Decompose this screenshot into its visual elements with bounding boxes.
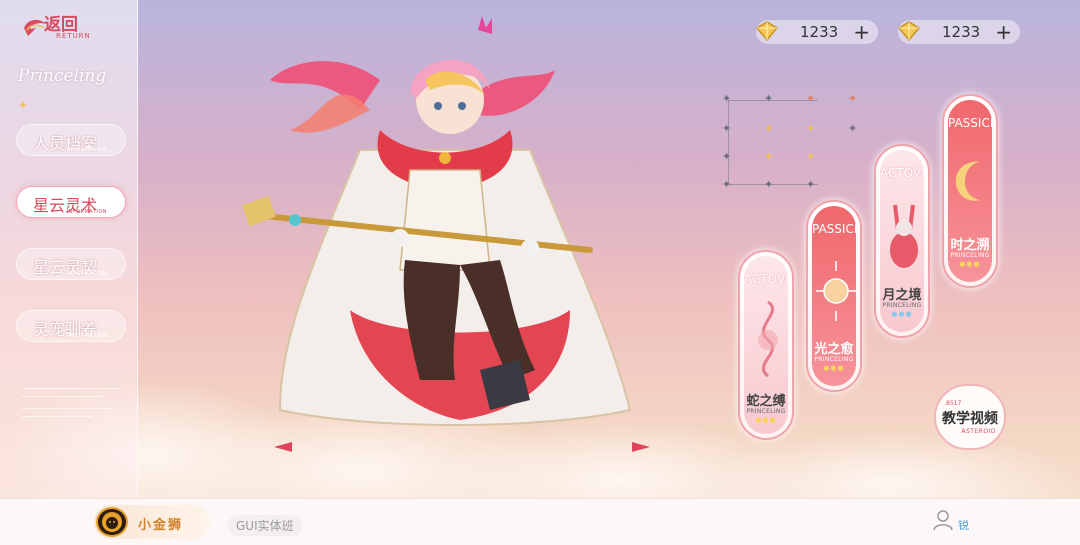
add-currency-button[interactable]: + <box>995 20 1012 44</box>
sidebar-item-sub: INFORMATION <box>66 271 107 277</box>
star-icon: ✦ <box>722 92 732 105</box>
star-icon: ✦ <box>764 92 774 105</box>
card-type: PASSICE <box>948 116 992 130</box>
sidebar-item-nebula-spell[interactable]: 星云灵术 INFORMATION <box>16 186 126 218</box>
card-type: ACTOVE <box>880 166 924 180</box>
sidebar-item-sub: INFORMATION <box>66 147 107 153</box>
card-dots: ●●● <box>891 310 913 318</box>
star-icon: ✦ <box>764 178 774 191</box>
star-icon: ✦ <box>848 122 858 135</box>
card-name: 时之溯 <box>950 238 990 253</box>
back-sub-label: RETURN <box>56 32 91 40</box>
crescent-moon-icon <box>955 161 980 201</box>
card-body: ACTOVE 月之境 PRINCELING ●●● <box>880 150 924 332</box>
tutorial-label: 教学视频 <box>942 411 998 427</box>
user-icon <box>933 510 953 531</box>
star-icon: ✦ <box>806 178 816 191</box>
star-icon: ✦ <box>722 122 732 135</box>
card-dots: ●●● <box>959 260 981 268</box>
hero-character-art <box>242 16 632 426</box>
tutorial-small-text: 8517 <box>946 400 962 407</box>
user-label: 锐 <box>958 519 969 532</box>
card-sub: PRINCELING <box>746 408 786 415</box>
sidebar-item-personnel-archive[interactable]: 人员档案 INFORMATION <box>16 124 126 156</box>
card-type: PASSICE <box>812 222 856 236</box>
tutorial-video-button[interactable]: 8517 教学视频 ASTEROID <box>934 384 1006 450</box>
star-icon: ✦ <box>806 122 816 135</box>
divider <box>22 416 92 417</box>
card-body: PASSICE 时之溯 PRINCELING ●●● <box>948 100 992 282</box>
star-icon: ✦ <box>722 150 732 163</box>
currency-display[interactable]: 1233 + <box>897 20 1020 44</box>
skill-card-light-heal[interactable]: PASSICE 光之愈 PRINCELING ●●● <box>806 200 862 392</box>
gold-gem-icon <box>897 21 921 42</box>
sidebar-item-sub: INFORMATION <box>66 209 107 215</box>
footer-bar: 小金狮 GUI实体班 锐 <box>0 498 1080 545</box>
star-icon: ✦ <box>764 150 774 163</box>
divider <box>22 388 122 389</box>
card-dots: ●●● <box>823 364 845 372</box>
card-type: ACTOVE <box>744 272 788 286</box>
currency-value: 1233 <box>942 23 981 41</box>
snake-icon <box>758 300 778 378</box>
star-icon: ✦ <box>764 122 774 135</box>
star-icon: ✦ <box>848 92 858 105</box>
sun-icon <box>816 261 856 321</box>
brand-script-title: Princeling <box>18 66 107 86</box>
star-icon: ✦ <box>722 178 732 191</box>
card-body: PASSICE 光之愈 PRINCELING ●●● <box>812 206 856 386</box>
next-arrow-icon[interactable] <box>632 440 652 454</box>
lion-logo-icon <box>96 507 128 537</box>
footer-course-tag: GUI实体班 <box>228 515 302 536</box>
card-sub: PRINCELING <box>950 252 990 259</box>
footer-brand-name: 小金狮 <box>138 518 184 533</box>
sidebar-item-pet-training[interactable]: 灵宠驯养 INFORMATION <box>16 310 126 342</box>
prev-arrow-icon[interactable] <box>272 440 292 454</box>
grid-line <box>728 100 729 184</box>
card-dots: ●●● <box>755 416 777 424</box>
card-name: 月之境 <box>882 288 922 303</box>
card-name: 蛇之缚 <box>746 394 786 409</box>
sparkle-icon: ✦ <box>18 98 29 112</box>
back-button[interactable]: 返回 RETURN <box>22 10 102 44</box>
rabbit-icon <box>890 204 918 268</box>
skill-card-snake-bind[interactable]: ACTOVE 蛇之缚 PRINCELING ●●● <box>738 250 794 440</box>
divider <box>22 408 112 409</box>
skill-card-time-trace[interactable]: PASSICE 时之溯 PRINCELING ●●● <box>942 94 998 288</box>
star-icon: ✦ <box>806 150 816 163</box>
sidebar-item-sub: INFORMATION <box>66 333 107 339</box>
divider <box>22 396 102 397</box>
skill-card-moon-realm[interactable]: ACTOVE 月之境 PRINCELING ●●● <box>874 144 930 338</box>
tutorial-sub: ASTEROID <box>961 428 996 435</box>
gold-gem-icon <box>755 21 779 42</box>
card-sub: PRINCELING <box>882 302 922 309</box>
card-name: 光之愈 <box>814 342 854 357</box>
currency-value: 1233 <box>800 23 839 41</box>
sidebar-item-nebula-contract[interactable]: 星云灵契 INFORMATION <box>16 248 126 280</box>
user-profile-button[interactable]: 锐 <box>932 509 972 535</box>
currency-display[interactable]: 1233 + <box>755 20 878 44</box>
card-body: ACTOVE 蛇之缚 PRINCELING ●●● <box>744 256 788 434</box>
card-sub: PRINCELING <box>814 356 854 363</box>
sidebar: 返回 RETURN Princeling ✦ 人员档案 INFORMATION … <box>0 0 138 498</box>
star-icon: ✦ <box>806 92 816 105</box>
add-currency-button[interactable]: + <box>853 20 870 44</box>
